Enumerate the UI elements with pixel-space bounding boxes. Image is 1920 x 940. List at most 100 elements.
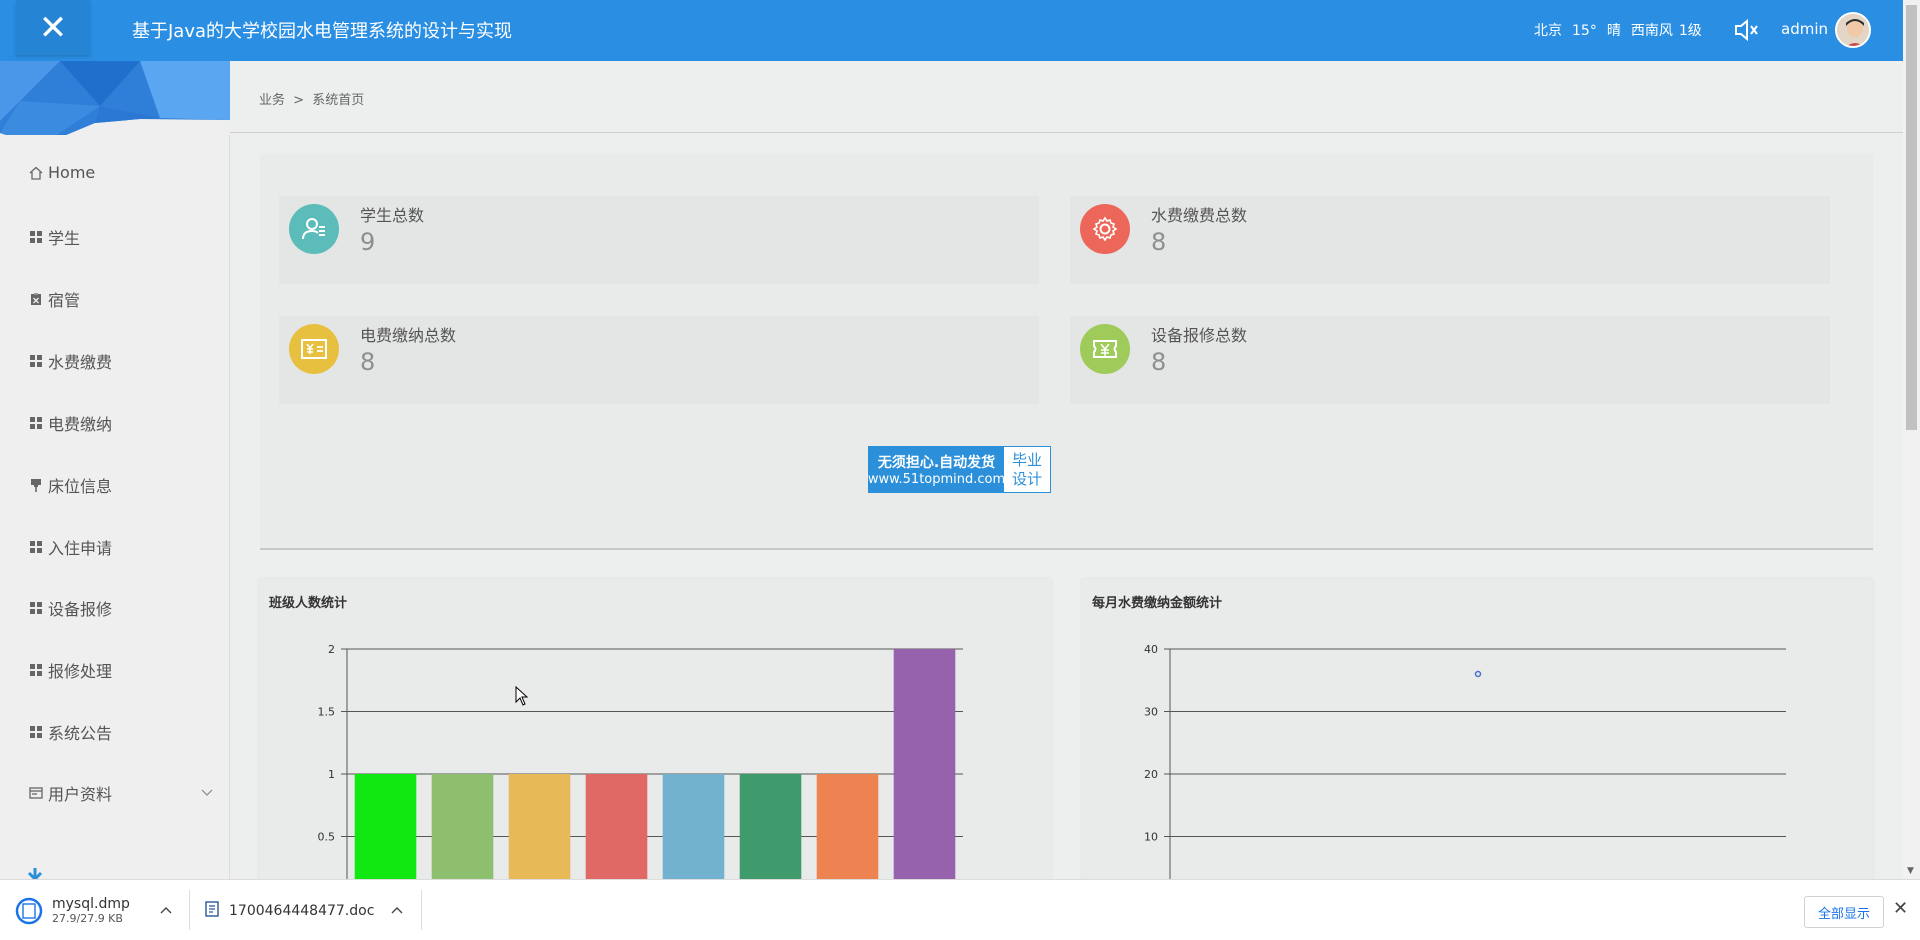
sidebar-item-students[interactable]: 学生	[28, 225, 213, 249]
y-tick-label: 10	[1144, 831, 1158, 844]
weather-city: 北京	[1534, 23, 1562, 39]
grid-icon	[28, 229, 44, 245]
sidebar-item-bed-info[interactable]: 床位信息	[28, 473, 213, 497]
bar	[739, 774, 802, 889]
bar	[893, 649, 956, 889]
y-tick-label: 30	[1144, 706, 1158, 719]
sidebar-item-label: 床位信息	[48, 477, 113, 496]
weather-condition: 晴	[1606, 23, 1621, 39]
weather-temp: 15°	[1572, 23, 1597, 39]
sidebar-item-dorm-manager[interactable]: 宿管	[28, 287, 213, 311]
ad-tag: 毕业 设计	[1004, 447, 1050, 492]
grid-icon	[28, 724, 44, 740]
stat-label: 学生总数	[360, 206, 425, 225]
sidebar-item-label: 系统公告	[48, 724, 113, 743]
ad-text: 无须担心.自动发货 www.51topmind.com	[867, 447, 1006, 492]
sidebar-item-home[interactable]: Home	[28, 163, 213, 182]
bar	[585, 774, 648, 889]
grid-icon	[28, 415, 44, 431]
close-menu-button[interactable]: ✕	[16, 0, 90, 55]
y-tick-label: 40	[1144, 643, 1158, 656]
sidebar-item-label: 用户资料	[48, 785, 113, 804]
sidebar-item-label: 入住申请	[48, 539, 113, 558]
breadcrumb-separator: >	[293, 93, 305, 108]
chevron-up-icon[interactable]	[391, 902, 403, 921]
stat-card-water-fee[interactable]: 水费缴费总数 8	[1070, 196, 1830, 284]
ad-tag1: 毕业	[1011, 450, 1042, 469]
yuan-card-icon	[289, 324, 339, 374]
stat-value: 8	[1151, 228, 1167, 256]
y-tick-label: 1.5	[318, 706, 336, 719]
avatar[interactable]	[1835, 12, 1871, 48]
bar	[508, 774, 571, 889]
stat-card-electric-fee[interactable]: 电费缴纳总数 8	[279, 316, 1039, 404]
mouse-cursor-icon	[515, 685, 529, 710]
app-title: 基于Java的大学校园水电管理系统的设计与实现	[132, 21, 513, 42]
ad-tag2: 设计	[1011, 469, 1042, 488]
username[interactable]: admin	[1781, 20, 1828, 38]
bar	[431, 774, 494, 889]
sidebar-item-user-profile[interactable]: 用户资料	[28, 781, 213, 805]
sidebar-item-label: 宿管	[48, 291, 81, 310]
sidebar-item-label: 水费缴费	[48, 353, 113, 372]
pin-icon	[28, 477, 44, 493]
top-header: ✕ 基于Java的大学校园水电管理系统的设计与实现 北京 15° 晴西南风 1级 ad…	[0, 0, 1903, 61]
download-separator	[189, 890, 190, 930]
stats-panel: 学生总数 9 水费缴费总数 8 电费缴纳总数 8 设备报修总数 8	[260, 154, 1873, 550]
clipboard-icon	[28, 291, 44, 307]
download-progress-icon	[14, 896, 44, 926]
download-bar: mysql.dmp 27.9/27.9 KB 1700464448477.doc…	[0, 879, 1920, 940]
sidebar-item-label: 学生	[48, 229, 81, 248]
y-tick-label: 1	[328, 768, 335, 781]
stat-card-students[interactable]: 学生总数 9	[279, 196, 1039, 284]
close-download-bar-icon[interactable]: ✕	[1893, 898, 1908, 919]
sidebar-item-electric-fee[interactable]: 电费缴纳	[28, 411, 213, 435]
sidebar-item-water-fee[interactable]: 水费缴费	[28, 349, 213, 373]
home-icon	[28, 165, 44, 181]
ad-line2: www.51topmind.com	[867, 472, 1006, 487]
sidebar-item-repair-handling[interactable]: 报修处理	[28, 658, 213, 682]
show-all-downloads-button[interactable]: 全部显示	[1804, 896, 1884, 928]
sidebar-item-label: Home	[48, 163, 96, 182]
y-tick-label: 20	[1144, 768, 1158, 781]
stat-card-equipment-repair[interactable]: 设备报修总数 8	[1070, 316, 1830, 404]
breadcrumb-current: 系统首页	[312, 93, 365, 108]
download-item[interactable]: mysql.dmp 27.9/27.9 KB	[14, 880, 174, 940]
sidebar-item-announcements[interactable]: 系统公告	[28, 720, 213, 744]
sidebar-item-checkin-apply[interactable]: 入住申请	[28, 535, 213, 559]
chart-card-class-count: 班级人数统计 2 1.5 1 0.5	[259, 579, 1051, 889]
header-divider	[230, 132, 1903, 133]
stat-label: 电费缴纳总数	[360, 326, 457, 345]
grid-icon	[28, 353, 44, 369]
card-icon	[28, 785, 44, 801]
download-size: 27.9/27.9 KB	[52, 912, 123, 925]
stat-value: 8	[360, 348, 376, 376]
chart-card-monthly-water: 每月水费缴纳金额统计 40 30 20 10	[1082, 579, 1873, 889]
scroll-down-icon[interactable]: ▼	[1907, 866, 1914, 876]
bar-chart: 2 1.5 1 0.5	[318, 643, 963, 889]
gear-icon	[1080, 204, 1130, 254]
download-item[interactable]: 1700464448477.doc	[205, 880, 405, 940]
chevron-up-icon[interactable]	[160, 902, 172, 921]
sidebar-item-equipment-repair[interactable]: 设备报修	[28, 596, 213, 620]
stat-value: 9	[360, 228, 376, 256]
ad-line1: 无须担心.自动发货	[877, 455, 996, 471]
doc-file-icon	[205, 900, 219, 921]
ticket-icon	[1080, 324, 1130, 374]
chevron-down-icon	[201, 783, 213, 802]
download-filename: 1700464448477.doc	[229, 902, 375, 919]
scrollbar-thumb[interactable]	[1906, 5, 1917, 430]
sidebar-banner	[0, 61, 230, 135]
bar	[816, 774, 879, 889]
data-point	[1474, 670, 1482, 678]
page-scrollbar[interactable]: ▼	[1903, 0, 1920, 879]
speaker-mute-icon[interactable]	[1731, 16, 1759, 44]
weather-widget: 北京 15° 晴西南风 1级	[1534, 20, 1712, 40]
user-card-icon	[289, 204, 339, 254]
bar	[354, 774, 417, 889]
grid-icon	[28, 600, 44, 616]
breadcrumb-root[interactable]: 业务	[259, 93, 285, 108]
weather-wind: 西南风	[1630, 23, 1673, 39]
ad-banner[interactable]: 无须担心.自动发货 www.51topmind.com 毕业 设计	[868, 446, 1051, 493]
bar	[662, 774, 725, 889]
